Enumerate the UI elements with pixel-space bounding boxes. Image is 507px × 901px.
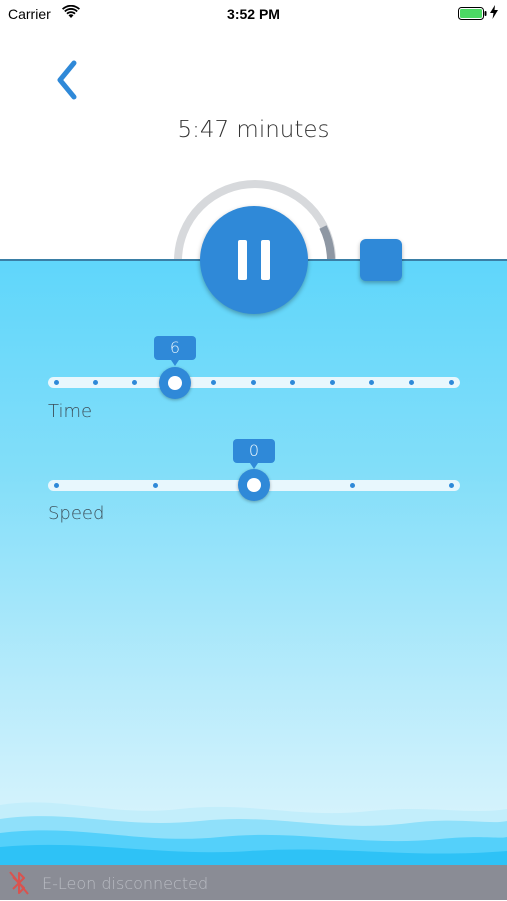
pause-button[interactable] (200, 206, 308, 314)
session-duration: 5:47 minutes (177, 117, 330, 143)
status-bar: Carrier 3:52 PM (0, 0, 507, 28)
time-value-bubble: 6 (154, 336, 196, 366)
time-label: Time (48, 401, 93, 422)
status-time: 3:52 PM (227, 6, 280, 22)
stop-button[interactable] (360, 239, 402, 281)
connection-status-bar: E-Leon disconnected (0, 865, 507, 900)
connection-status-text: E-Leon disconnected (42, 874, 209, 893)
back-button[interactable] (48, 58, 84, 102)
charging-icon (490, 5, 498, 22)
water-background (0, 259, 507, 865)
time-slider-thumb[interactable] (159, 367, 191, 399)
decorative-waves (0, 802, 507, 865)
speed-slider-thumb[interactable] (238, 469, 270, 501)
speed-label: Speed (48, 503, 105, 524)
time-slider-track[interactable] (48, 377, 460, 388)
chevron-left-icon (57, 60, 77, 100)
battery-icon (458, 7, 487, 20)
speed-value-bubble: 0 (233, 439, 275, 469)
bluetooth-disabled-icon (8, 870, 30, 896)
